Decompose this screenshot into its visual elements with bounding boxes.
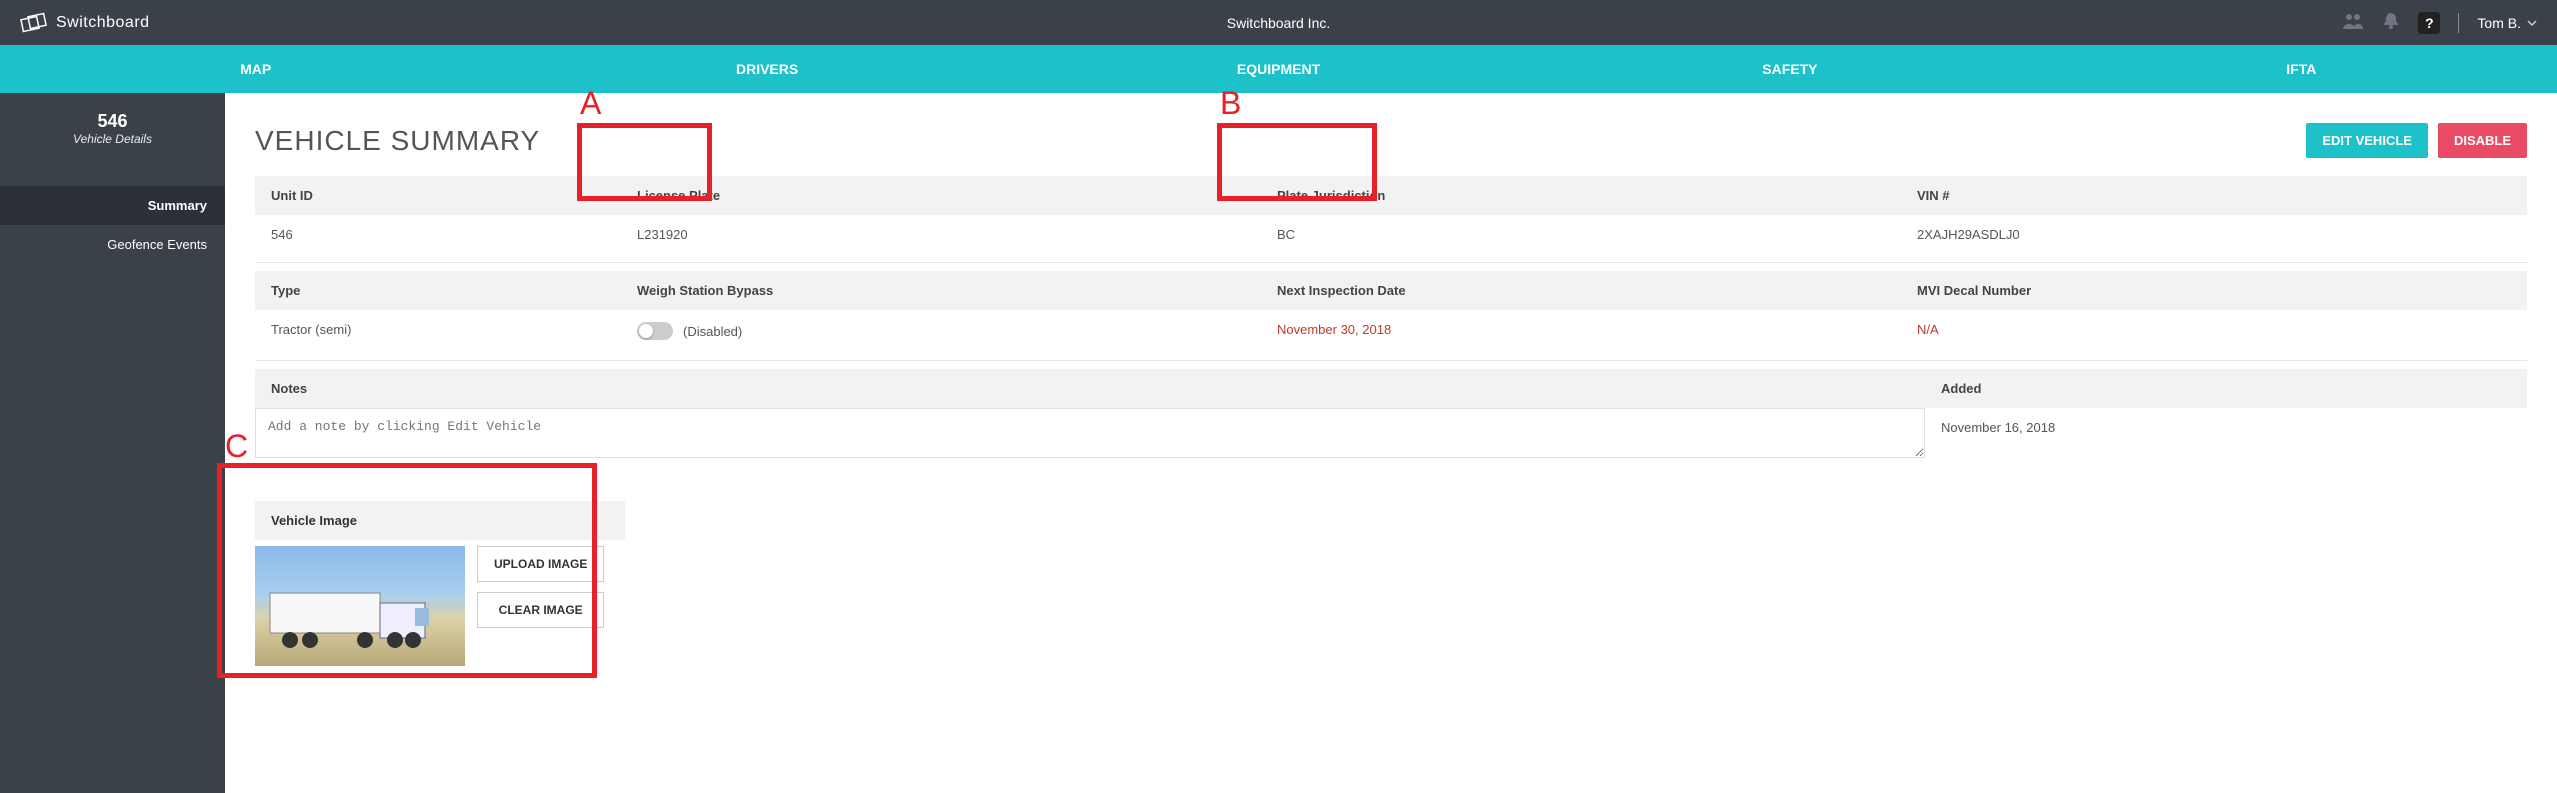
bell-icon[interactable] bbox=[2382, 12, 2400, 33]
license-plate-value: L231920 bbox=[621, 215, 1261, 254]
topbar-right: ? Tom B. bbox=[2342, 12, 2537, 34]
divider bbox=[2458, 13, 2459, 33]
clear-image-button[interactable]: CLEAR IMAGE bbox=[477, 592, 604, 628]
plate-jurisdiction-label: Plate Jurisdiction bbox=[1261, 176, 1901, 215]
sidebar-item-summary[interactable]: Summary bbox=[0, 186, 225, 225]
inspection-value: November 30, 2018 bbox=[1261, 310, 1901, 352]
sidebar-header: 546 Vehicle Details bbox=[0, 111, 225, 146]
vehicle-subtitle: Vehicle Details bbox=[0, 132, 225, 146]
added-label: Added bbox=[1925, 369, 2527, 408]
nav-tabs: MAP DRIVERS EQUIPMENT SAFETY IFTA bbox=[0, 45, 2557, 93]
user-name: Tom B. bbox=[2477, 15, 2521, 31]
row2-values: Tractor (semi) (Disabled) November 30, 2… bbox=[255, 310, 2527, 352]
annotation-c: C bbox=[225, 428, 248, 465]
vehicle-image-label: Vehicle Image bbox=[255, 501, 625, 540]
company-name: Switchboard Inc. bbox=[1227, 15, 1331, 31]
disable-button[interactable]: DISABLE bbox=[2438, 123, 2527, 158]
tab-equipment[interactable]: EQUIPMENT bbox=[1023, 45, 1534, 93]
unit-id-value: 546 bbox=[255, 215, 621, 254]
added-value: November 16, 2018 bbox=[1925, 408, 2071, 447]
inspection-label: Next Inspection Date bbox=[1261, 271, 1901, 310]
unit-id-label: Unit ID bbox=[255, 176, 621, 215]
weigh-toggle[interactable] bbox=[637, 322, 673, 340]
type-value: Tractor (semi) bbox=[255, 310, 621, 352]
row1-values: 546 L231920 BC 2XAJH29ASDLJ0 bbox=[255, 215, 2527, 254]
license-plate-label: License Plate bbox=[621, 176, 1261, 215]
sidebar-item-label: Summary bbox=[148, 198, 207, 213]
page-title: VEHICLE SUMMARY bbox=[255, 125, 540, 157]
mvi-value: N/A bbox=[1901, 310, 2527, 352]
vin-value: 2XAJH29ASDLJ0 bbox=[1901, 215, 2527, 254]
topbar: Switchboard Switchboard Inc. ? Tom B. bbox=[0, 0, 2557, 45]
plate-jurisdiction-value: BC bbox=[1261, 215, 1901, 254]
tab-map[interactable]: MAP bbox=[0, 45, 511, 93]
sidebar-item-geofence[interactable]: Geofence Events bbox=[0, 225, 225, 264]
vehicle-image-thumbnail[interactable] bbox=[255, 546, 465, 666]
upload-image-button[interactable]: UPLOAD IMAGE bbox=[477, 546, 604, 582]
tab-drivers[interactable]: DRIVERS bbox=[511, 45, 1022, 93]
truck-icon bbox=[265, 578, 455, 658]
notes-textarea[interactable] bbox=[255, 408, 1925, 458]
user-menu[interactable]: Tom B. bbox=[2477, 15, 2537, 31]
sidebar-item-label: Geofence Events bbox=[107, 237, 207, 252]
vehicle-image-section: Vehicle Image UPLOAD IMAGE bbox=[255, 501, 625, 670]
brand-logo[interactable]: Switchboard bbox=[20, 12, 150, 34]
vin-label: VIN # bbox=[1901, 176, 2527, 215]
edit-vehicle-button[interactable]: EDIT VEHICLE bbox=[2306, 123, 2428, 158]
tab-safety[interactable]: SAFETY bbox=[1534, 45, 2045, 93]
row2-header: Type Weigh Station Bypass Next Inspectio… bbox=[255, 271, 2527, 310]
main-content: A B C VEHICLE SUMMARY EDIT VEHICLE DISAB… bbox=[225, 93, 2557, 793]
weigh-label: Weigh Station Bypass bbox=[621, 271, 1261, 310]
chevron-down-icon bbox=[2527, 20, 2537, 26]
switchboard-logo-icon bbox=[20, 12, 48, 34]
notes-label: Notes bbox=[255, 369, 1925, 408]
tab-ifta[interactable]: IFTA bbox=[2046, 45, 2557, 93]
weigh-value: (Disabled) bbox=[683, 324, 742, 339]
row1-header: Unit ID License Plate Plate Jurisdiction… bbox=[255, 176, 2527, 215]
vehicle-id: 546 bbox=[0, 111, 225, 132]
help-button[interactable]: ? bbox=[2418, 12, 2440, 34]
type-label: Type bbox=[255, 271, 621, 310]
mvi-label: MVI Decal Number bbox=[1901, 271, 2527, 310]
weigh-value-wrap: (Disabled) bbox=[621, 310, 1261, 352]
sidebar: 546 Vehicle Details Summary Geofence Eve… bbox=[0, 93, 225, 793]
people-icon[interactable] bbox=[2342, 12, 2364, 33]
brand-name: Switchboard bbox=[56, 14, 150, 32]
